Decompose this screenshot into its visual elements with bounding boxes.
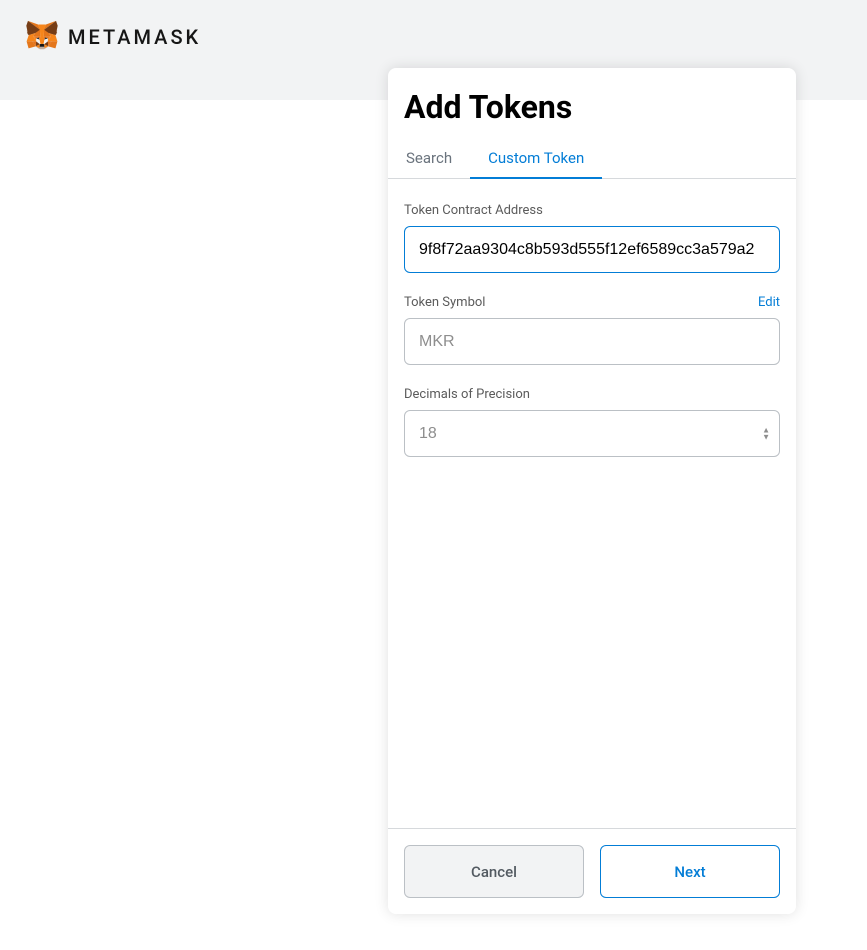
add-tokens-modal: Add Tokens Search Custom Token Token Con… <box>388 68 796 914</box>
token-symbol-input[interactable] <box>404 318 780 365</box>
decimals-input[interactable] <box>404 410 780 457</box>
contract-address-input[interactable] <box>404 226 780 273</box>
label-contract-address: Token Contract Address <box>404 203 543 218</box>
modal-footer: Cancel Next <box>388 828 796 914</box>
form: Token Contract Address Token Symbol Edit… <box>388 179 796 828</box>
edit-link[interactable]: Edit <box>758 295 780 310</box>
field-decimals: Decimals of Precision ▲▼ <box>404 387 780 457</box>
label-token-symbol: Token Symbol <box>404 295 485 310</box>
cancel-button[interactable]: Cancel <box>404 845 584 898</box>
next-button[interactable]: Next <box>600 845 780 898</box>
tabs: Search Custom Token <box>388 138 796 179</box>
field-contract-address: Token Contract Address <box>404 203 780 273</box>
brand: METAMASK <box>26 20 201 54</box>
metamask-logo-icon <box>26 20 58 54</box>
tab-custom-token[interactable]: Custom Token <box>470 139 602 179</box>
modal-title: Add Tokens <box>388 68 796 138</box>
tab-search[interactable]: Search <box>388 139 470 179</box>
label-decimals: Decimals of Precision <box>404 387 530 402</box>
field-token-symbol: Token Symbol Edit <box>404 295 780 365</box>
number-stepper-icon[interactable]: ▲▼ <box>762 427 770 440</box>
brand-name: METAMASK <box>68 25 201 49</box>
